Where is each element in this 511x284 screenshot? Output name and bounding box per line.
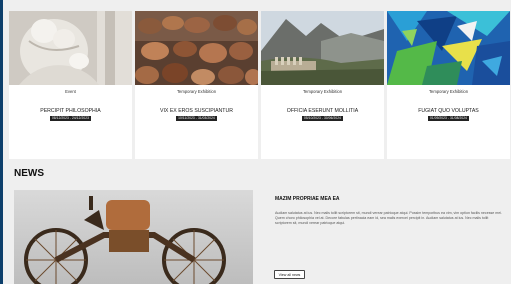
events-carousel: Event PERCIPIT PHILOSOPHIA 08/12/2023 - … (9, 11, 511, 159)
view-all-news-button[interactable]: View all news (274, 270, 305, 279)
event-dates: 05/10/2023 - 30/06/2024 (301, 115, 344, 121)
event-card[interactable]: Event PERCIPIT PHILOSOPHIA 08/12/2023 - … (9, 11, 132, 159)
pottery-image[interactable] (135, 11, 258, 85)
event-title-text[interactable]: FUGIAT QUO VOLUPTAS (395, 108, 502, 115)
news-item-text: Audiam salutatus at ius. Nec malis tolli… (275, 211, 503, 225)
event-dates: 10/11/2023 - 31/03/2024 (176, 115, 217, 121)
event-category: Temporary Exhibition (176, 89, 217, 94)
news-heading: NEWS (14, 168, 44, 179)
event-title[interactable]: VIX EX EROS SUSCIPIANTUR 10/11/2023 - 31… (143, 108, 250, 122)
event-category: Event (65, 89, 76, 94)
mountain-ruins-image[interactable] (261, 11, 384, 85)
event-category: Temporary Exhibition (428, 89, 469, 94)
event-card[interactable]: Temporary Exhibition VIX EX EROS SUSCIPI… (135, 11, 258, 159)
antique-motorcycle-image[interactable] (14, 190, 253, 284)
event-title-text[interactable]: PERCIPIT PHILOSOPHIA (17, 108, 124, 115)
page: Event PERCIPIT PHILOSOPHIA 08/12/2023 - … (3, 0, 511, 284)
event-card[interactable]: Temporary Exhibition FUGIAT QUO VOLUPTAS… (387, 11, 510, 159)
abstract-painting-image[interactable] (387, 11, 510, 85)
event-dates: 08/12/2023 - 24/12/2023 (49, 115, 92, 121)
event-card[interactable]: Temporary Exhibition OFFICIA ESERUNT MOL… (261, 11, 384, 159)
event-title-text[interactable]: VIX EX EROS SUSCIPIANTUR (143, 108, 250, 115)
event-category: Temporary Exhibition (302, 89, 343, 94)
event-title-text[interactable]: OFFICIA ESERUNT MOLLITIA (269, 108, 376, 115)
marble-sculpture-image[interactable] (9, 11, 132, 85)
news-item-title[interactable]: MAZIM PROPRIAE MEA EA (275, 196, 340, 202)
event-title[interactable]: OFFICIA ESERUNT MOLLITIA 05/10/2023 - 30… (269, 108, 376, 122)
event-title[interactable]: PERCIPIT PHILOSOPHIA 08/12/2023 - 24/12/… (17, 108, 124, 122)
event-title[interactable]: FUGIAT QUO VOLUPTAS 01/09/2023 - 31/08/2… (395, 108, 502, 122)
event-dates: 01/09/2023 - 31/08/2024 (427, 115, 470, 121)
